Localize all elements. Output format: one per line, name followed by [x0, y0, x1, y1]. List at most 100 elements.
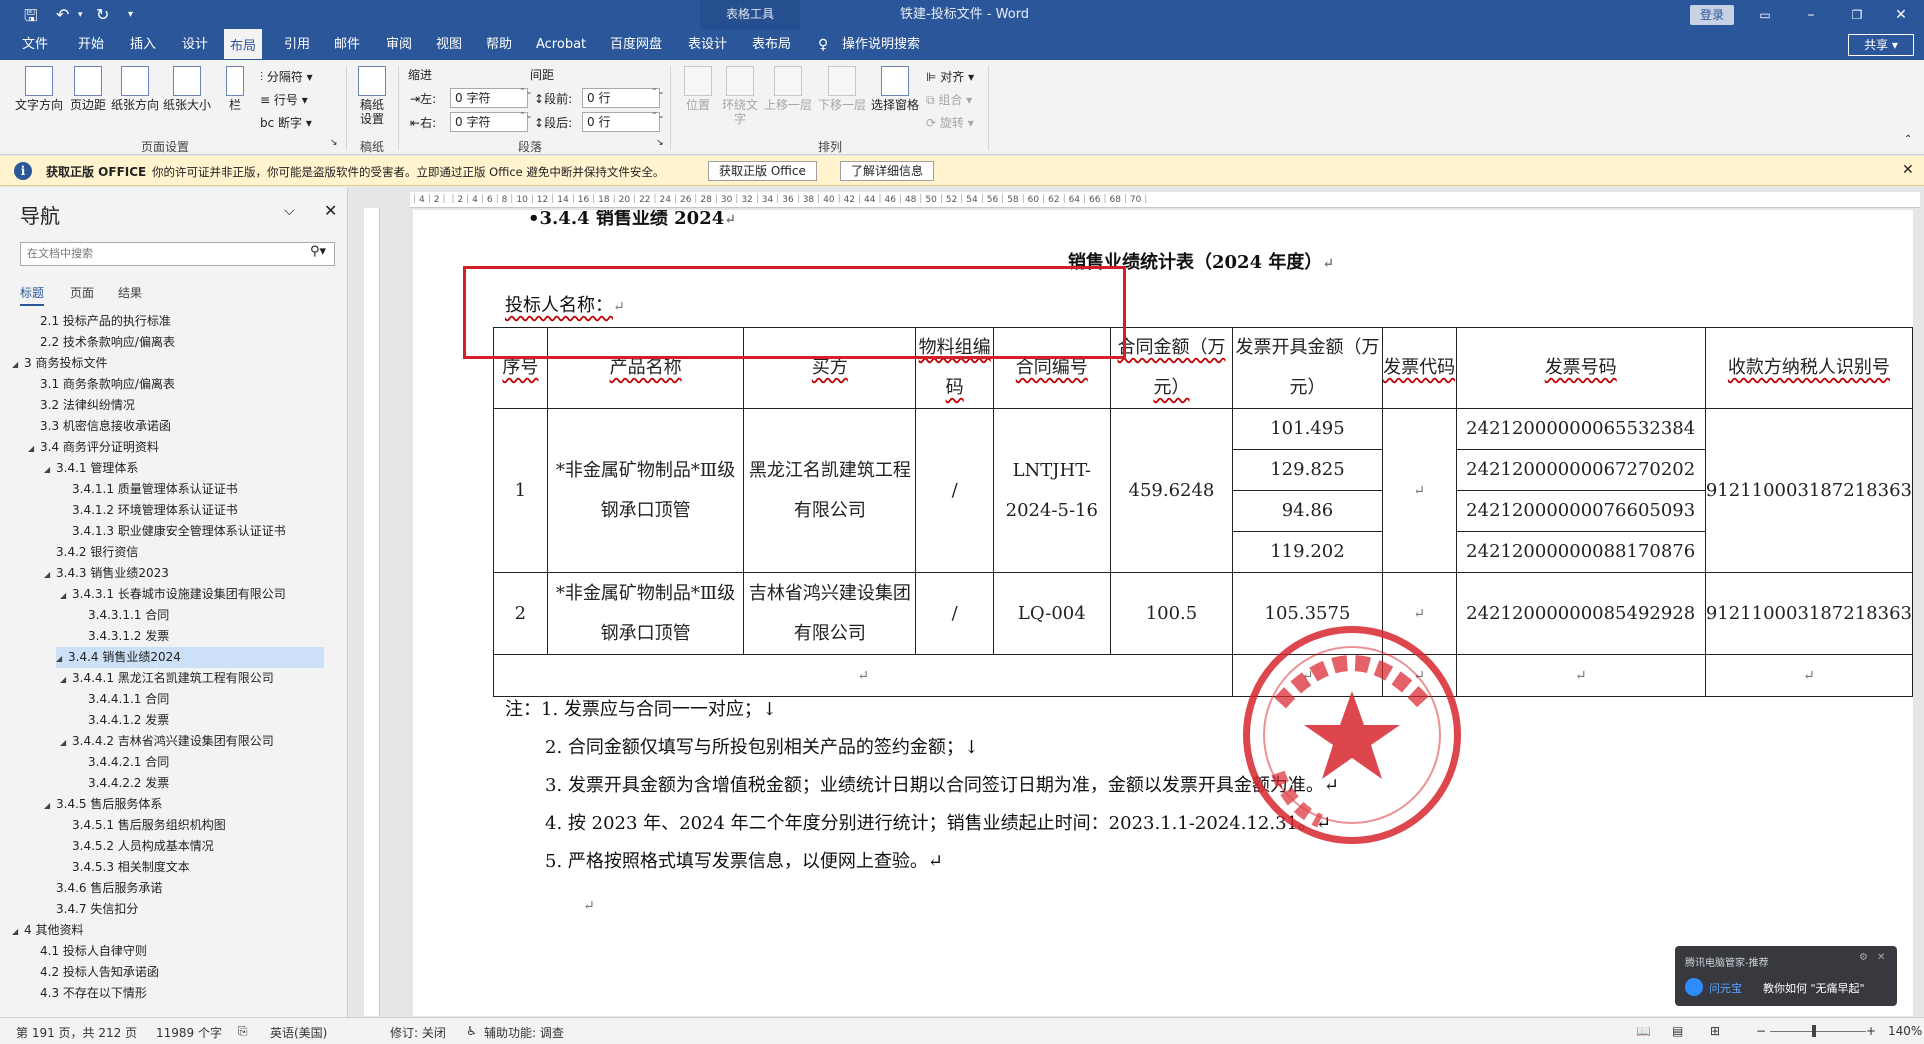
tab-mailings[interactable]: 邮件 [328, 30, 366, 60]
close-window-icon[interactable]: ✕ [1878, 0, 1924, 30]
nav-heading-item[interactable]: 4.2 投标人告知承诺函 [28, 962, 159, 983]
text-direction-button[interactable]: 文字方向 [12, 66, 66, 112]
zoom-level[interactable]: 140% [1888, 1024, 1922, 1038]
nav-heading-item[interactable]: 3.4.1.1 质量管理体系认证证书 [60, 479, 238, 500]
collapse-arrow-icon[interactable]: ◢ [44, 564, 56, 585]
language[interactable]: 英语(美国) [270, 1024, 327, 1041]
redo-icon[interactable]: ↻ [96, 5, 109, 24]
position-button[interactable]: 位置 [678, 66, 718, 112]
web-layout-icon[interactable]: ⊞ [1710, 1024, 1720, 1038]
paragraph-launcher-icon[interactable]: ↘ [656, 138, 664, 148]
nav-heading-item[interactable]: 3.4.6 售后服务承诺 [44, 878, 162, 899]
search-icon[interactable]: ⚲▾ [310, 244, 326, 259]
hyphenation-button[interactable]: bc 断字 ▾ [260, 114, 312, 131]
nav-tab-headings[interactable]: 标题 [20, 284, 45, 306]
nav-heading-item[interactable]: 3.4.1.2 环境管理体系认证证书 [60, 500, 238, 521]
space-after-input[interactable]: 0 行 [582, 111, 660, 132]
nav-heading-item[interactable]: ◢ 3 商务投标文件 [12, 353, 107, 374]
track-changes[interactable]: 修订: 关闭 [390, 1024, 446, 1041]
page-count[interactable]: 第 191 页，共 212 页 [16, 1024, 137, 1041]
orientation-button[interactable]: 纸张方向 [110, 66, 160, 112]
nav-search-input[interactable]: 在文档中搜索 [20, 242, 335, 266]
undo-icon[interactable]: ↶ [56, 5, 69, 24]
tab-home[interactable]: 开始 [72, 30, 110, 60]
group-objects-button[interactable]: ⧉ 组合 ▾ [926, 91, 972, 108]
tab-table-layout[interactable]: 表布局 [746, 30, 797, 60]
zoom-slider[interactable] [1770, 1031, 1866, 1032]
nav-heading-item[interactable]: 3.1 商务条款响应/偏离表 [28, 374, 175, 395]
customize-qat-icon[interactable]: ▾ [128, 9, 133, 20]
tab-table-design[interactable]: 表设计 [682, 30, 733, 60]
tab-file[interactable]: 文件 [16, 30, 54, 60]
nav-heading-item[interactable]: 3.4.7 失信扣分 [44, 899, 138, 920]
nav-heading-item[interactable]: ◢ 3.4.4 销售业绩2024 [56, 647, 324, 668]
nav-tab-pages[interactable]: 页面 [70, 284, 94, 301]
nav-heading-item[interactable]: ◢ 3.4.4.1 黑龙江名凯建筑工程有限公司 [60, 668, 274, 689]
nav-heading-item[interactable]: 3.4.5.3 相关制度文本 [60, 857, 190, 878]
tab-view[interactable]: 视图 [430, 30, 468, 60]
rotate-button[interactable]: ⟳ 旋转 ▾ [926, 114, 974, 131]
notification-toast[interactable]: 腾讯电脑管家-推荐 ⚙ ✕ 问元宝 教你如何 "无痛早起" [1675, 946, 1897, 1006]
undo-dropdown-icon[interactable]: ▾ [78, 10, 83, 20]
tell-me-search[interactable]: 操作说明搜索 [836, 30, 926, 60]
size-button[interactable]: 纸张大小 [162, 66, 212, 112]
nav-tab-results[interactable]: 结果 [118, 284, 142, 301]
nav-heading-item[interactable]: 2.1 投标产品的执行标准 [28, 311, 171, 332]
collapse-arrow-icon[interactable]: ◢ [56, 648, 68, 669]
zoom-slider-thumb[interactable] [1812, 1025, 1816, 1037]
get-genuine-office-button[interactable]: 获取正版 Office [708, 161, 817, 181]
toast-settings-icon[interactable]: ⚙ [1859, 952, 1868, 963]
nav-heading-item[interactable]: 3.4.4.1.2 发票 [76, 710, 169, 731]
send-backward-button[interactable]: 下移一层 [816, 66, 868, 112]
accessibility[interactable]: 辅助功能: 调查 [484, 1024, 564, 1041]
collapse-arrow-icon[interactable]: ◢ [60, 732, 72, 753]
nav-heading-item[interactable]: ◢ 3.4.3.1 长春城市设施建设集团有限公司 [60, 584, 286, 605]
draft-paper-button[interactable]: 稿纸 设置 [354, 66, 390, 126]
zoom-out-icon[interactable]: − [1756, 1024, 1766, 1038]
line-numbers-button[interactable]: ≡ 行号 ▾ [260, 91, 308, 108]
selection-pane-button[interactable]: 选择窗格 [870, 66, 920, 112]
proofing-icon[interactable]: ⎘ [238, 1024, 248, 1039]
collapse-ribbon-icon[interactable]: ⌃ [1904, 134, 1912, 145]
learn-more-button[interactable]: 了解详细信息 [840, 161, 935, 181]
indent-right-input[interactable]: 0 字符 [450, 111, 528, 132]
columns-button[interactable]: 栏 [222, 66, 248, 112]
restore-icon[interactable]: ❐ [1834, 0, 1880, 30]
tab-insert[interactable]: 插入 [124, 30, 162, 60]
toast-close-icon[interactable]: ✕ [1877, 952, 1885, 963]
wrap-text-button[interactable]: 环绕文 字 [720, 66, 760, 126]
breaks-button[interactable]: ⫶ 分隔符 ▾ [260, 68, 313, 85]
nav-heading-item[interactable]: 3.4.5.1 售后服务组织机构图 [60, 815, 226, 836]
collapse-arrow-icon[interactable]: ◢ [44, 795, 56, 816]
tab-references[interactable]: 引用 [278, 30, 316, 60]
nav-heading-item[interactable]: 3.3 机密信息接收承诺函 [28, 416, 171, 437]
ribbon-display-icon[interactable]: ▭ [1742, 0, 1788, 30]
tab-design[interactable]: 设计 [176, 30, 214, 60]
nav-heading-item[interactable]: ◢ 4 其他资料 [12, 920, 83, 941]
collapse-arrow-icon[interactable]: ◢ [60, 585, 72, 606]
nav-heading-item[interactable]: 3.4.2 银行资信 [44, 542, 138, 563]
minimize-icon[interactable]: – [1788, 0, 1834, 30]
nav-heading-item[interactable]: 3.4.4.2.1 合同 [76, 752, 169, 773]
close-bar-icon[interactable]: ✕ [1902, 162, 1914, 178]
nav-heading-item[interactable]: 3.2 法律纠纷情况 [28, 395, 135, 416]
nav-heading-item[interactable]: 3.4.4.2.2 发票 [76, 773, 169, 794]
nav-close-icon[interactable]: ✕ [324, 201, 337, 220]
collapse-arrow-icon[interactable]: ◢ [28, 438, 40, 459]
nav-heading-item[interactable]: ◢ 3.4.1 管理体系 [44, 458, 138, 479]
collapse-arrow-icon[interactable]: ◢ [12, 354, 24, 375]
tab-review[interactable]: 审阅 [380, 30, 418, 60]
nav-heading-item[interactable]: 3.4.1.3 职业健康安全管理体系认证证书 [60, 521, 286, 542]
align-button[interactable]: ⊫ 对齐 ▾ [926, 68, 974, 85]
collapse-arrow-icon[interactable]: ◢ [12, 921, 24, 942]
vertical-ruler[interactable] [364, 208, 380, 1016]
login-button[interactable]: 登录 [1690, 5, 1734, 25]
nav-heading-item[interactable]: ◢ 3.4 商务评分证明资料 [28, 437, 159, 458]
page-setup-launcher-icon[interactable]: ↘ [330, 138, 338, 148]
zoom-in-icon[interactable]: + [1866, 1024, 1876, 1038]
nav-heading-item[interactable]: ◢ 3.4.4.2 吉林省鸿兴建设集团有限公司 [60, 731, 274, 752]
collapse-arrow-icon[interactable]: ◢ [60, 669, 72, 690]
tab-layout[interactable]: 布局 [224, 29, 263, 59]
nav-heading-item[interactable]: 3.4.3.1.1 合同 [76, 605, 169, 626]
nav-heading-item[interactable]: 3.4.3.1.2 发票 [76, 626, 169, 647]
